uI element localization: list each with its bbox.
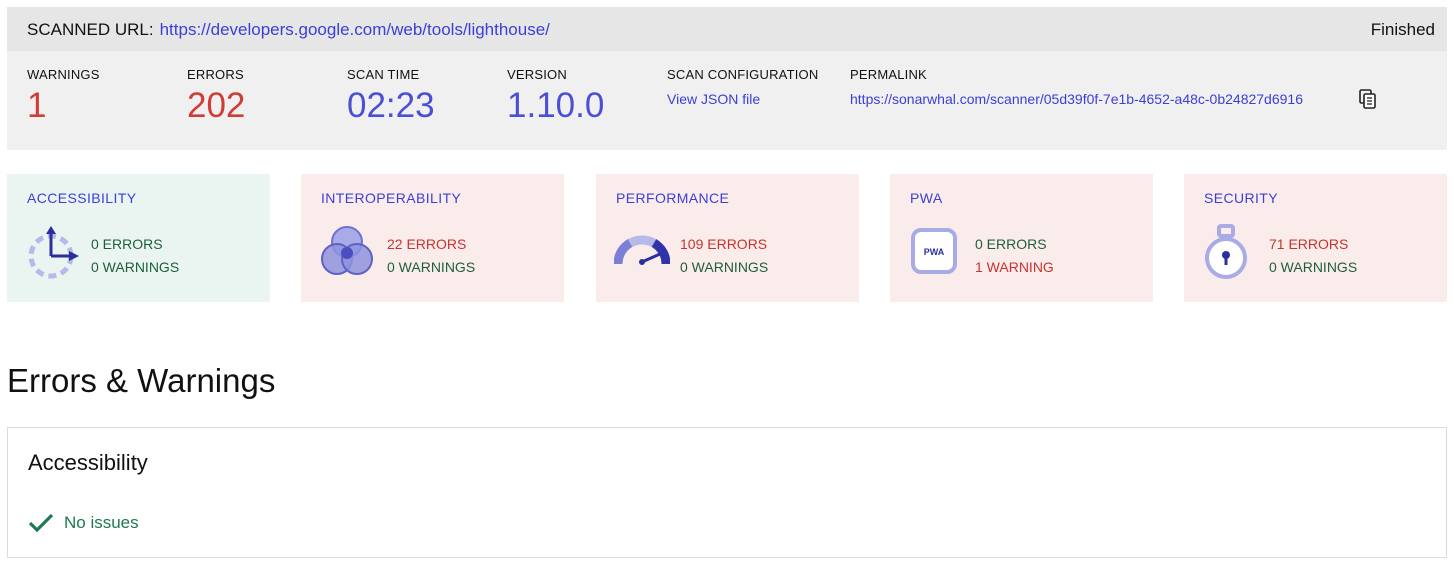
scan-status: Finished bbox=[1370, 20, 1435, 39]
scan-time-stat: SCAN TIME 02:23 bbox=[347, 67, 435, 126]
category-warnings: 0 WARNINGS bbox=[387, 259, 476, 275]
category-title: SECURITY bbox=[1204, 190, 1278, 206]
copy-icon[interactable] bbox=[1359, 89, 1377, 109]
scan-summary: WARNINGS 1 ERRORS 202 SCAN TIME 02:23 VE… bbox=[7, 51, 1447, 150]
category-card-accessibility[interactable]: ACCESSIBILITY 0 ERRORS 0 WARNINGS bbox=[7, 174, 270, 302]
permalink-link[interactable]: https://sonarwhal.com/scanner/05d39f0f-7… bbox=[850, 91, 1303, 107]
category-errors: 0 ERRORS bbox=[91, 236, 163, 252]
category-warnings: 0 WARNINGS bbox=[91, 259, 180, 275]
version-value: 1.10.0 bbox=[507, 86, 605, 125]
category-errors: 71 ERRORS bbox=[1269, 236, 1349, 252]
accessibility-icon bbox=[28, 226, 79, 279]
permalink-label: PERMALINK bbox=[850, 67, 927, 82]
version-label: VERSION bbox=[507, 67, 567, 82]
category-card-performance[interactable]: PERFORMANCE 109 ERRORS 0 WARNINGS bbox=[596, 174, 859, 302]
scanned-url-label: SCANNED URL: https://developers.google.co… bbox=[27, 20, 550, 40]
scanned-url-link[interactable]: https://developers.google.com/web/tools/… bbox=[160, 20, 550, 39]
no-issues-text: No issues bbox=[64, 513, 139, 532]
checkmark-icon bbox=[28, 513, 54, 533]
errors-value: 202 bbox=[187, 86, 246, 125]
version-stat: VERSION 1.10.0 bbox=[507, 67, 604, 126]
scan-time-label: SCAN TIME bbox=[347, 67, 420, 82]
pwa-icon: PWA bbox=[911, 228, 957, 274]
interoperability-icon bbox=[321, 226, 373, 275]
errors-stat: ERRORS 202 bbox=[187, 67, 245, 126]
security-lock-icon bbox=[1205, 224, 1247, 279]
category-warnings: 0 WARNINGS bbox=[680, 259, 769, 275]
category-title: ACCESSIBILITY bbox=[27, 190, 137, 206]
category-counts: 109 ERRORS 0 WARNINGS bbox=[680, 233, 768, 279]
category-card-security[interactable]: SECURITY 71 ERRORS 0 WARNINGS bbox=[1184, 174, 1447, 302]
category-warnings: 1 WARNING bbox=[975, 259, 1054, 275]
scanned-url-caption: SCANNED URL: bbox=[27, 20, 154, 39]
pwa-icon-text: PWA bbox=[924, 247, 945, 257]
category-counts: 0 ERRORS 0 WARNINGS bbox=[91, 233, 179, 279]
panel-title: Accessibility bbox=[28, 450, 148, 475]
category-card-interoperability[interactable]: INTEROPERABILITY 22 ERRORS 0 WARNINGS bbox=[301, 174, 564, 302]
warnings-value: 1 bbox=[27, 86, 47, 125]
permalink-stat: PERMALINK https://sonarwhal.com/scanner/… bbox=[850, 67, 1303, 107]
category-title: PERFORMANCE bbox=[616, 190, 730, 206]
view-json-link[interactable]: View JSON file bbox=[667, 91, 818, 107]
accessibility-results-panel: Accessibility No issues bbox=[7, 427, 1447, 558]
category-title: INTEROPERABILITY bbox=[321, 190, 462, 206]
warnings-stat: WARNINGS 1 bbox=[27, 67, 100, 126]
category-counts: 0 ERRORS 1 WARNING bbox=[975, 233, 1054, 279]
category-errors: 109 ERRORS bbox=[680, 236, 768, 252]
category-counts: 22 ERRORS 0 WARNINGS bbox=[387, 233, 475, 279]
warnings-label: WARNINGS bbox=[27, 67, 100, 82]
category-counts: 71 ERRORS 0 WARNINGS bbox=[1269, 233, 1357, 279]
category-card-pwa[interactable]: PWA PWA 0 ERRORS 1 WARNING bbox=[890, 174, 1153, 302]
no-issues-status: No issues bbox=[28, 512, 139, 534]
errors-warnings-heading: Errors & Warnings bbox=[7, 362, 276, 399]
scan-time-value: 02:23 bbox=[347, 86, 435, 125]
category-warnings: 0 WARNINGS bbox=[1269, 259, 1358, 275]
performance-gauge-icon bbox=[614, 235, 670, 265]
errors-label: ERRORS bbox=[187, 67, 244, 82]
category-errors: 22 ERRORS bbox=[387, 236, 467, 252]
category-title: PWA bbox=[910, 190, 943, 206]
scan-configuration-stat: SCAN CONFIGURATION View JSON file bbox=[667, 67, 818, 107]
scanned-url-bar: SCANNED URL: https://developers.google.co… bbox=[7, 7, 1447, 51]
scan-configuration-label: SCAN CONFIGURATION bbox=[667, 67, 819, 82]
category-errors: 0 ERRORS bbox=[975, 236, 1047, 252]
